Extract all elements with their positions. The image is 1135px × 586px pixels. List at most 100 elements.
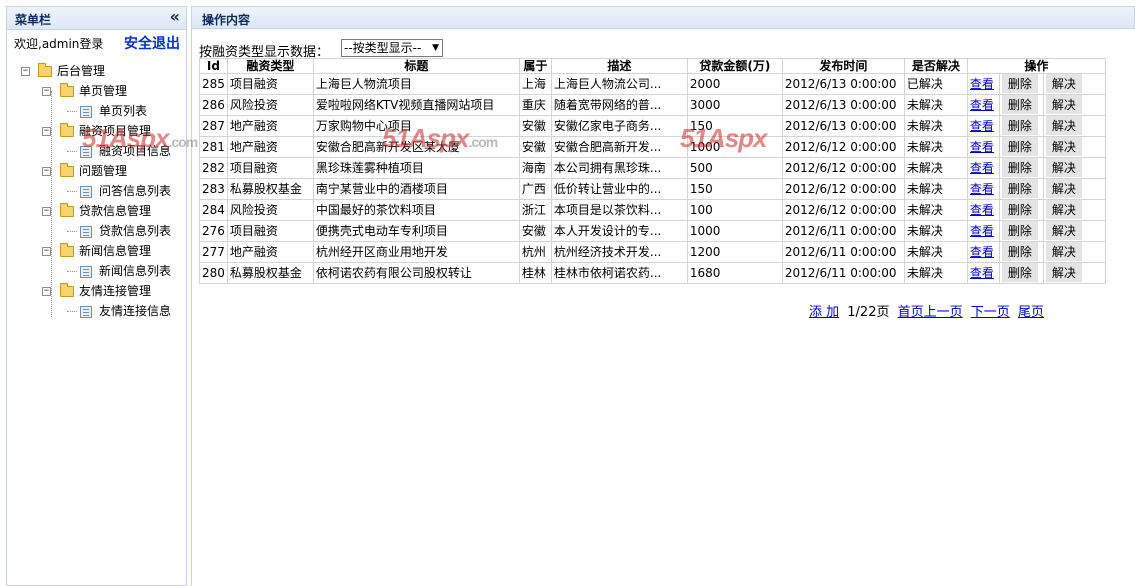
view-link[interactable]: 查看 [970, 203, 994, 217]
delete-button[interactable]: 删除 [1001, 158, 1038, 177]
collapse-toggle-icon[interactable]: − [42, 87, 51, 96]
delete-button[interactable]: 删除 [1001, 137, 1038, 156]
header-date: 发布时间 [781, 58, 905, 74]
cell-delete: 删除 [998, 220, 1044, 242]
cell-desc: 低价转让营业中的... [550, 178, 688, 200]
delete-button[interactable]: 删除 [1001, 242, 1038, 261]
collapse-toggle-icon[interactable]: − [42, 127, 51, 136]
view-link[interactable]: 查看 [970, 182, 994, 196]
view-link[interactable]: 查看 [970, 119, 994, 133]
delete-button[interactable]: 删除 [1001, 263, 1038, 282]
view-link[interactable]: 查看 [970, 77, 994, 91]
tree-label[interactable]: 融资项目信息 [99, 141, 171, 161]
tree-leaf-links-info[interactable]: 友情连接信息 [21, 301, 186, 321]
cell-region: 安徽 [518, 136, 552, 158]
welcome-row: 欢迎,admin登录 安全退出 [14, 33, 184, 53]
table-row: 281 地产融资 安徽合肥高新开发区某大厦 安徽 安徽合肥高新开发... 1000 2012… [199, 136, 1106, 158]
cell-view: 查看 [966, 94, 1000, 116]
cell-amount: 100 [686, 199, 783, 221]
tree-label[interactable]: 融资项目管理 [79, 121, 151, 141]
add-link[interactable]: 添 加 [809, 305, 839, 320]
view-link[interactable]: 查看 [970, 245, 994, 259]
dropdown-arrow-icon[interactable]: ▼ [432, 40, 439, 56]
tree-node-single-page[interactable]: − 单页管理 [21, 81, 186, 101]
resolve-button[interactable]: 解决 [1045, 74, 1082, 93]
tree-leaf-loan-list[interactable]: 贷款信息列表 [21, 221, 186, 241]
resolve-button[interactable]: 解决 [1045, 137, 1082, 156]
tree-leaf-single-page-list[interactable]: 单页列表 [21, 101, 186, 121]
tree-leaf-financing-info[interactable]: 融资项目信息 [21, 141, 186, 161]
cell-date: 2012/6/13 0:00:00 [781, 115, 905, 137]
cell-resolve: 解决 [1042, 73, 1106, 95]
collapse-icon[interactable]: « [170, 8, 180, 26]
view-link[interactable]: 查看 [970, 224, 994, 238]
header-title: 标题 [312, 58, 520, 74]
delete-button[interactable]: 删除 [1001, 74, 1038, 93]
collapse-toggle-icon[interactable]: − [42, 287, 51, 296]
tree-node-links[interactable]: − 友情连接管理 [21, 281, 186, 301]
resolve-button[interactable]: 解决 [1045, 158, 1082, 177]
cell-view: 查看 [966, 178, 1000, 200]
collapse-toggle-icon[interactable]: − [42, 207, 51, 216]
type-filter-select[interactable]: --按类型显示-- ▼ [341, 39, 443, 57]
tree-label[interactable]: 后台管理 [57, 61, 105, 81]
next-page-link[interactable]: 下一页 [971, 305, 1010, 320]
resolve-button[interactable]: 解决 [1045, 116, 1082, 135]
tree-label[interactable]: 单页列表 [99, 101, 147, 121]
view-link[interactable]: 查看 [970, 140, 994, 154]
page-icon [80, 186, 92, 198]
resolve-button[interactable]: 解决 [1045, 221, 1082, 240]
resolve-button[interactable]: 解决 [1045, 263, 1082, 282]
cell-delete: 删除 [998, 178, 1044, 200]
tree-label[interactable]: 贷款信息列表 [99, 221, 171, 241]
resolve-button[interactable]: 解决 [1045, 200, 1082, 219]
tree-label[interactable]: 新闻信息管理 [79, 241, 151, 261]
tree-label[interactable]: 问题管理 [79, 161, 127, 181]
tree-node-questions[interactable]: − 问题管理 [21, 161, 186, 181]
cell-date: 2012/6/12 0:00:00 [781, 199, 905, 221]
tree-node-news[interactable]: − 新闻信息管理 [21, 241, 186, 261]
cell-type: 项目融资 [226, 220, 314, 242]
tree-label[interactable]: 问答信息列表 [99, 181, 171, 201]
logout-link[interactable]: 安全退出 [124, 33, 180, 53]
cell-id: 285 [199, 73, 228, 95]
collapse-toggle-icon[interactable]: − [42, 247, 51, 256]
last-page-link[interactable]: 尾页 [1018, 305, 1044, 320]
folder-open-icon [60, 283, 74, 297]
tree-label[interactable]: 友情连接管理 [79, 281, 151, 301]
table-row: 285 项目融资 上海巨人物流项目 上海 上海巨人物流公司... 2000 2012/6/1… [199, 73, 1106, 95]
tree-node-loans[interactable]: − 贷款信息管理 [21, 201, 186, 221]
resolve-button[interactable]: 解决 [1045, 95, 1082, 114]
view-link[interactable]: 查看 [970, 161, 994, 175]
table-row: 287 地产融资 万家购物中心项目 安徽 安徽亿家电子商务... 150 2012/6/13… [199, 115, 1106, 137]
tree-label[interactable]: 单页管理 [79, 81, 127, 101]
tree-leaf-news-list[interactable]: 新闻信息列表 [21, 261, 186, 281]
page-icon [80, 266, 92, 278]
cell-view: 查看 [966, 199, 1000, 221]
cell-type: 地产融资 [226, 115, 314, 137]
tree-label[interactable]: 友情连接信息 [99, 301, 171, 321]
delete-button[interactable]: 删除 [1001, 221, 1038, 240]
delete-button[interactable]: 删除 [1001, 179, 1038, 198]
cell-desc: 本人开发设计的专... [550, 220, 688, 242]
tree-leaf-qa-list[interactable]: 问答信息列表 [21, 181, 186, 201]
tree-label[interactable]: 贷款信息管理 [79, 201, 151, 221]
delete-button[interactable]: 删除 [1001, 95, 1038, 114]
delete-button[interactable]: 删除 [1001, 200, 1038, 219]
cell-delete: 删除 [998, 241, 1044, 263]
cell-region: 浙江 [518, 199, 552, 221]
first-prev-link[interactable]: 首页上一页 [898, 305, 963, 320]
cell-amount: 1680 [686, 262, 783, 284]
tree-label[interactable]: 新闻信息列表 [99, 261, 171, 281]
resolve-button[interactable]: 解决 [1045, 242, 1082, 261]
view-link[interactable]: 查看 [970, 266, 994, 280]
resolve-button[interactable]: 解决 [1045, 179, 1082, 198]
view-link[interactable]: 查看 [970, 98, 994, 112]
cell-status: 未解决 [903, 94, 968, 116]
collapse-toggle-icon[interactable]: − [21, 67, 30, 76]
tree-node-root[interactable]: − 后台管理 [21, 61, 186, 81]
folder-open-icon [60, 243, 74, 257]
collapse-toggle-icon[interactable]: − [42, 167, 51, 176]
delete-button[interactable]: 删除 [1001, 116, 1038, 135]
tree-node-financing-project[interactable]: − 融资项目管理 [21, 121, 186, 141]
